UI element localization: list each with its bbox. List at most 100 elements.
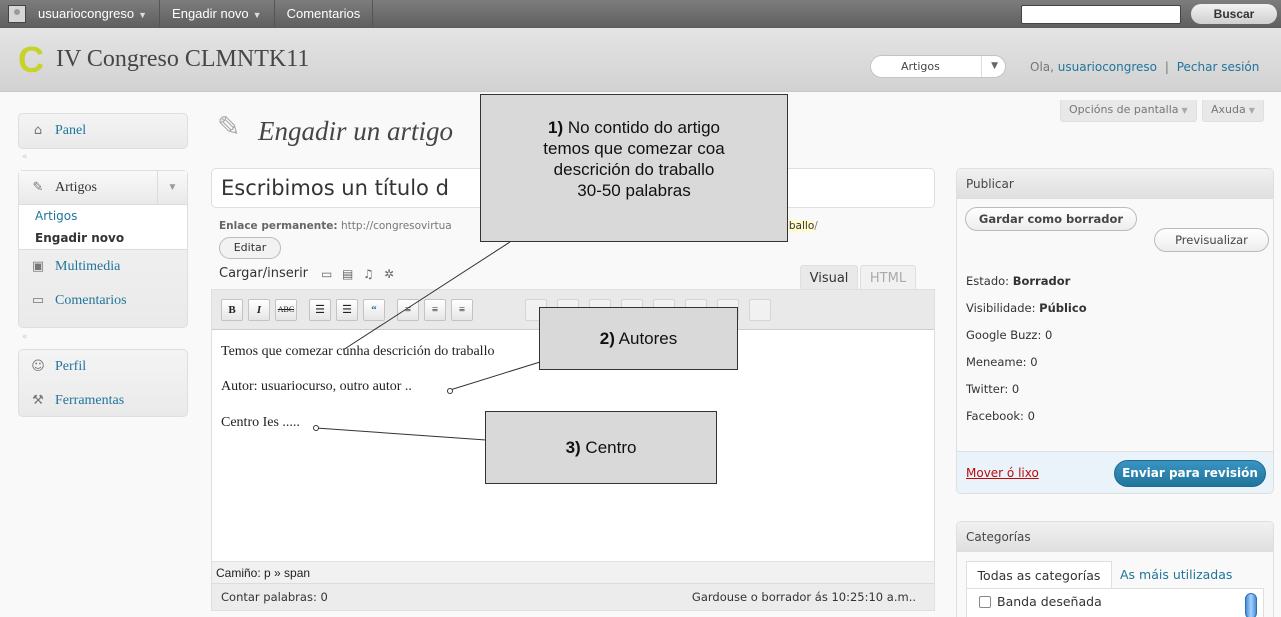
menu-item-comments[interactable]: ▭ Comentarios — [19, 284, 187, 318]
align-left-button[interactable]: ≡ — [397, 299, 419, 321]
adminbar-user-menu[interactable]: usuariocongreso ▼ — [26, 0, 161, 28]
menu-toggle-icon[interactable]: ▼ — [157, 171, 187, 204]
blockquote-button[interactable]: “ — [363, 299, 385, 321]
upload-insert-label: Cargar/inserir — [219, 266, 309, 281]
menu-item-posts[interactable]: ✎ Artigos ▼ — [19, 171, 187, 205]
align-center-button[interactable]: ≡ — [424, 299, 446, 321]
meneame-count: Meneame: 0 — [966, 355, 1038, 369]
page-title: Engadir un artigo — [258, 116, 454, 146]
adminbar-add-new-label: Engadir novo — [172, 6, 249, 21]
admin-bar: usuariocongreso ▼ Engadir novo ▼ Comentari… — [0, 0, 1281, 28]
favorites-select[interactable]: Artigos ▼ — [870, 55, 1006, 78]
menu-item-profile[interactable]: ☺ Perfil — [19, 350, 187, 384]
word-count: Contar palabras: 0 — [221, 590, 328, 604]
pushpin-icon: ✎ — [32, 179, 44, 195]
logout-link[interactable]: Pechar sesión — [1177, 60, 1260, 74]
tab-all-categories[interactable]: Todas as categorías — [966, 561, 1112, 589]
adminbar-comments-link[interactable]: Comentarios — [275, 0, 374, 28]
permalink-tail: / — [814, 220, 818, 232]
menu-separator: « — [22, 152, 28, 162]
submenu-item-all-posts[interactable]: Artigos — [19, 205, 187, 227]
adminbar-search-button[interactable]: Buscar — [1191, 4, 1277, 24]
callout-content-description: 1) No contido do artigo temos que comeza… — [480, 94, 788, 242]
comment-icon: ▭ — [31, 293, 45, 308]
callout-1-line1: 1) No contido do artigo — [481, 117, 787, 138]
save-draft-button[interactable]: Gardar como borrador — [965, 207, 1137, 231]
add-video-icon[interactable]: ▤ — [342, 267, 353, 281]
greeting-user-link[interactable]: usuariocongreso — [1058, 60, 1157, 74]
edit-permalink-button[interactable]: Editar — [219, 237, 281, 259]
callout-1-line4: 30-50 palabras — [577, 181, 691, 200]
menu-item-tools-label: Ferramentas — [55, 393, 125, 408]
callout-2-number: 2) — [599, 329, 615, 348]
editor-status-bar: Contar palabras: 0 Gardouse o borrador á… — [212, 583, 934, 610]
categories-heading[interactable]: Categorías — [957, 522, 1273, 552]
categories-box: Categorías Todas as categorías As máis u… — [956, 521, 1274, 617]
adminbar-add-new-menu[interactable]: Engadir novo ▼ — [160, 0, 275, 28]
chevron-down-icon: ▼ — [252, 10, 262, 20]
move-to-trash-link[interactable]: Mover ó lixo — [966, 466, 1039, 480]
greeting-prefix: Ola, — [1030, 60, 1054, 74]
tab-most-used[interactable]: As máis utilizadas — [1120, 561, 1232, 589]
site-header: C IV Congreso CLMNTK11 Artigos ▼ Ola, us… — [0, 28, 1281, 92]
site-title[interactable]: IV Congreso CLMNTK11 — [56, 46, 309, 73]
menu-group-users: ☺ Perfil ⚒ Ferramentas — [18, 349, 188, 417]
bullet-list-button[interactable]: ☰ — [309, 299, 331, 321]
preview-button[interactable]: Previsualizar — [1154, 228, 1269, 252]
add-media-icon[interactable]: ✲ — [384, 267, 394, 281]
status-value: Borrador — [1012, 274, 1071, 288]
status-label: Estado: — [966, 274, 1010, 288]
menu-item-media-label: Multimedia — [55, 259, 121, 274]
callout-1-line2: temos que comezar coa — [543, 139, 725, 158]
site-logo: C — [18, 39, 44, 80]
submenu-item-add-new[interactable]: Engadir novo — [19, 227, 187, 249]
menu-item-panel-label: Panel — [55, 123, 87, 138]
publish-heading[interactable]: Publicar — [957, 169, 1273, 199]
strikethrough-button[interactable]: ABC — [275, 299, 297, 321]
category-item[interactable]: Banda deseñada — [979, 594, 1102, 609]
adminbar-user-label: usuariocongreso — [38, 6, 135, 21]
user-greeting: Ola, usuariocongreso | Pechar sesión — [1030, 60, 1259, 74]
italic-button[interactable]: I — [248, 299, 270, 321]
chevron-down-icon: ▼ — [1181, 106, 1188, 115]
callout-3-text: Centro — [580, 438, 637, 457]
menu-item-posts-label: Artigos — [55, 179, 97, 195]
publish-box: Publicar Gardar como borrador Previsuali… — [956, 168, 1274, 494]
bold-button[interactable]: B — [221, 299, 243, 321]
align-right-button[interactable]: ≡ — [451, 299, 473, 321]
post-title-value: Escribimos un título d — [221, 176, 449, 200]
numbered-list-button[interactable]: ☰ — [336, 299, 358, 321]
submit-for-review-button[interactable]: Enviar para revisión — [1114, 460, 1266, 487]
menu-separator: « — [22, 332, 28, 342]
permalink-label: Enlace permanente: — [219, 220, 338, 232]
callout-1-line3: descrición do traballo — [553, 160, 715, 179]
greeting-separator: | — [1164, 60, 1169, 74]
google-buzz-count: Google Buzz: 0 — [966, 328, 1053, 342]
category-scrollbar[interactable] — [1245, 593, 1257, 617]
help-label: Axuda — [1211, 103, 1246, 116]
permalink-url: http://congresovirtua — [340, 220, 452, 232]
callout-1-text-1: No contido do artigo — [563, 118, 720, 137]
callout-3-number: 3) — [565, 438, 581, 457]
screen-options-tab[interactable]: Opcións de pantalla ▼ — [1060, 100, 1197, 122]
menu-item-panel[interactable]: ⌂ Panel — [19, 114, 187, 148]
visibility-value: Público — [1039, 301, 1087, 315]
menu-item-media[interactable]: ▣ Multimedia — [19, 250, 187, 284]
tab-visual[interactable]: Visual — [800, 265, 858, 290]
visibility-label: Visibilidade: — [966, 301, 1036, 315]
screen-options-label: Opcións de pantalla — [1069, 103, 1179, 116]
category-checkbox[interactable] — [979, 595, 991, 608]
posts-submenu: Artigos Engadir novo — [19, 205, 187, 250]
add-image-icon[interactable]: ▭ — [321, 267, 332, 281]
twitter-count: Twitter: 0 — [966, 382, 1020, 396]
chevron-down-icon: ▼ — [1248, 106, 1255, 115]
add-audio-icon[interactable]: ♫ — [363, 267, 374, 281]
help-tab[interactable]: Axuda ▼ — [1202, 100, 1264, 122]
tab-html[interactable]: HTML — [860, 265, 916, 290]
toolbar-button-hidden[interactable] — [749, 299, 771, 321]
menu-item-tools[interactable]: ⚒ Ferramentas — [19, 384, 187, 418]
publish-actions: Mover ó lixo Enviar para revisión — [957, 452, 1273, 493]
callout-2-text: Autores — [614, 329, 678, 348]
adminbar-search-input[interactable] — [1021, 5, 1181, 24]
user-avatar-icon[interactable] — [8, 5, 26, 23]
